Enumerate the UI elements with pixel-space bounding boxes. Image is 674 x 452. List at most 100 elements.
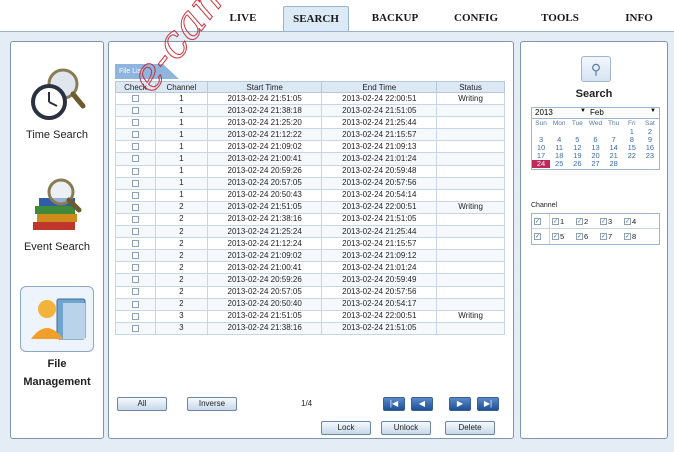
month-select[interactable]: Feb	[590, 108, 604, 117]
next-page-button[interactable]: ▶	[449, 397, 471, 411]
time-search-label: Time Search	[26, 129, 88, 141]
table-row[interactable]: 2 2013-02-24 21:12:24 2013-02-24 21:15:57	[115, 237, 505, 251]
checkbox[interactable]	[131, 155, 139, 163]
checkbox[interactable]	[131, 312, 139, 320]
calendar-day[interactable]: 23	[641, 152, 659, 160]
table-row[interactable]: 3 2013-02-24 21:51:05 2013-02-24 22:00:51 W…	[115, 309, 505, 323]
calendar-day[interactable]: 26	[568, 160, 586, 168]
table-row[interactable]: 1 2013-02-24 21:51:05 2013-02-24 22:00:51 W…	[115, 91, 505, 106]
checkbox[interactable]	[131, 94, 139, 102]
row-checkbox	[115, 188, 156, 202]
calendar-day[interactable]: 24	[532, 160, 551, 168]
channel-checkbox[interactable]: ✓ 5	[550, 232, 574, 241]
year-select[interactable]: 2013	[535, 108, 553, 117]
cell-start-time: 2013-02-24 20:59:26	[206, 164, 323, 178]
cell-status	[436, 297, 505, 311]
checkbox[interactable]	[131, 167, 139, 175]
row-checkbox	[115, 140, 156, 154]
month-dropdown-icon[interactable]: ▼	[650, 108, 656, 114]
table-row[interactable]: 2 2013-02-24 21:09:02 2013-02-24 21:09:12	[115, 249, 505, 263]
cell-end-time: 2013-02-24 22:00:51	[321, 200, 438, 214]
tab-backup[interactable]: BACKUP	[362, 6, 428, 31]
calendar-day[interactable]: 28	[605, 160, 623, 168]
cell-end-time: 2013-02-24 21:01:24	[321, 152, 438, 166]
last-page-button[interactable]: ▶|	[477, 397, 499, 411]
search-icon[interactable]: ⚲	[581, 56, 611, 82]
file-management-highlight[interactable]	[20, 286, 94, 352]
cell-status	[436, 128, 505, 142]
table-row[interactable]: 2 2013-02-24 20:50:40 2013-02-24 20:54:17	[115, 297, 505, 311]
table-row[interactable]: 2 2013-02-24 21:25:24 2013-02-24 21:25:44	[115, 225, 505, 239]
table-row[interactable]: 2 2013-02-24 21:38:16 2013-02-24 21:51:05	[115, 212, 505, 227]
table-row[interactable]: 2 2013-02-24 21:00:41 2013-02-24 21:01:24	[115, 261, 505, 275]
calendar-day[interactable]: 22	[623, 152, 641, 160]
inverse-selection-button[interactable]: Inverse	[187, 397, 237, 411]
channel-checkbox[interactable]: ✓ 4	[622, 217, 646, 226]
checkbox[interactable]	[131, 215, 139, 223]
checkbox[interactable]	[131, 179, 139, 187]
channel-checkbox[interactable]: ✓ 7	[598, 232, 622, 241]
checkbox[interactable]	[131, 252, 139, 260]
first-page-button[interactable]: |◀	[383, 397, 405, 411]
channel-checkbox[interactable]: ✓ 3	[598, 217, 622, 226]
checkbox[interactable]	[131, 300, 139, 308]
checkbox[interactable]	[131, 203, 139, 211]
table-row[interactable]: 1 2013-02-24 20:57:05 2013-02-24 20:57:56	[115, 176, 505, 190]
table-row[interactable]: 1 2013-02-24 20:50:43 2013-02-24 20:54:14	[115, 188, 505, 202]
table-row[interactable]: 3 2013-02-24 21:38:16 2013-02-24 21:51:05	[115, 321, 505, 335]
cell-start-time: 2013-02-24 20:57:05	[206, 285, 323, 299]
checkbox[interactable]	[131, 191, 139, 199]
checkbox[interactable]	[131, 131, 139, 139]
table-row[interactable]: 1 2013-02-24 21:25:20 2013-02-24 21:25:44	[115, 116, 505, 130]
checkbox[interactable]	[131, 107, 139, 115]
table-row[interactable]: 2 2013-02-24 21:51:05 2013-02-24 22:00:51 W…	[115, 200, 505, 214]
table-row[interactable]: 1 2013-02-24 20:59:26 2013-02-24 20:59:48	[115, 164, 505, 178]
checkbox[interactable]	[131, 143, 139, 151]
channel-checkbox[interactable]: ✓ 2	[574, 217, 598, 226]
table-row[interactable]: 2 2013-02-24 20:59:26 2013-02-24 20:59:49	[115, 273, 505, 287]
event-search-item[interactable]: Event Search	[11, 176, 103, 253]
calendar-day[interactable]: 25	[550, 160, 568, 168]
channel-checkbox[interactable]: ✓ 1	[550, 217, 574, 226]
checkbox[interactable]	[131, 276, 139, 284]
cell-channel: 1	[154, 188, 208, 202]
delete-button[interactable]: Delete	[445, 421, 495, 435]
tab-config[interactable]: CONFIG	[446, 6, 506, 31]
tab-search[interactable]: SEARCH	[283, 6, 349, 31]
channel-checkbox[interactable]: ✓ 6	[574, 232, 598, 241]
checkbox[interactable]	[131, 227, 139, 235]
select-all-button[interactable]: All	[117, 397, 167, 411]
channel-group-checkbox-2[interactable]: ✓	[532, 229, 550, 244]
row-checkbox	[115, 164, 156, 178]
cell-start-time: 2013-02-24 20:57:05	[206, 176, 323, 190]
channel-group-checkbox-1[interactable]: ✓	[532, 213, 550, 229]
channel-checkbox[interactable]: ✓ 8	[622, 232, 646, 241]
table-row[interactable]: 1 2013-02-24 21:12:22 2013-02-24 21:15:57	[115, 128, 505, 142]
cell-status	[436, 140, 505, 154]
checkbox[interactable]	[131, 240, 139, 248]
unlock-button[interactable]: Unlock	[381, 421, 431, 435]
year-dropdown-icon[interactable]: ▼	[580, 108, 586, 114]
checkbox[interactable]	[131, 288, 139, 296]
checkbox[interactable]	[131, 119, 139, 127]
prev-page-button[interactable]: ◀	[411, 397, 433, 411]
cell-end-time: 2013-02-24 20:57:56	[321, 176, 438, 190]
calendar-day[interactable]: 27	[586, 160, 604, 168]
file-list-panel: File List Check Channel Start Time End T…	[108, 41, 514, 439]
tab-info[interactable]: INFO	[614, 6, 664, 31]
channel-number: 4	[632, 216, 637, 226]
tab-tools[interactable]: TOOLS	[530, 6, 590, 31]
cell-end-time: 2013-02-24 22:00:51	[321, 91, 438, 106]
cell-end-time: 2013-02-24 20:59:49	[321, 273, 438, 287]
time-search-item[interactable]: Time Search	[11, 64, 103, 141]
checkbox[interactable]	[131, 324, 139, 332]
table-row[interactable]: 1 2013-02-24 21:09:02 2013-02-24 21:09:13	[115, 140, 505, 154]
lock-button[interactable]: Lock	[321, 421, 371, 435]
file-management-item[interactable]: File Management	[11, 358, 103, 388]
tab-live[interactable]: LIVE	[218, 6, 268, 31]
cell-end-time: 2013-02-24 21:51:05	[321, 321, 438, 335]
table-row[interactable]: 2 2013-02-24 20:57:05 2013-02-24 20:57:56	[115, 285, 505, 299]
table-row[interactable]: 1 2013-02-24 21:00:41 2013-02-24 21:01:24	[115, 152, 505, 166]
checkbox[interactable]	[131, 264, 139, 272]
table-row[interactable]: 1 2013-02-24 21:38:18 2013-02-24 21:51:05	[115, 104, 505, 118]
